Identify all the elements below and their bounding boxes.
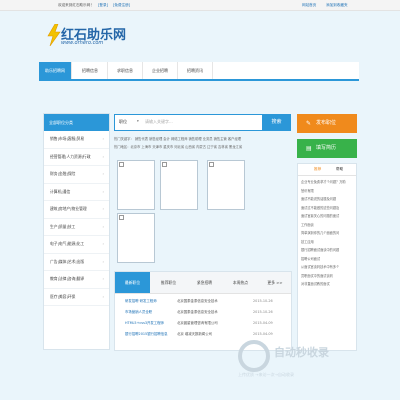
- job-list-panel: 最新职位 推荐职位 紧急招聘 本周热点 更多 >> 研发招聘 研发工程师 北京国…: [114, 271, 292, 351]
- ad-image[interactable]: [117, 160, 155, 210]
- ad-image[interactable]: [207, 160, 245, 210]
- sidebar-item[interactable]: 生产|质量|技工 ›: [44, 219, 109, 236]
- job-title[interactable]: 市场营销人员全职: [125, 308, 152, 316]
- list-item[interactable]: 简单演到你的几个面面的问: [301, 229, 355, 238]
- list-item[interactable]: 银行招聘面试面谈中的问题: [301, 246, 355, 255]
- list-item[interactable]: 从面试官谈判技术中有多个: [301, 263, 355, 272]
- sidebar-item[interactable]: 电子|电气|能源|化工 ›: [44, 236, 109, 254]
- job-company[interactable]: 北京国泰金泰信息安全技术: [177, 308, 218, 316]
- list-item[interactable]: 工作面谈: [301, 221, 355, 230]
- job-company[interactable]: 北京晨星管理咨询有限公司: [177, 319, 218, 327]
- broken-image-icon: [119, 215, 124, 220]
- list-item[interactable]: 员职面试中的面试谈判: [301, 272, 355, 281]
- recommend-list: 企业专业免费求才个问题？万助 慧讯有限 面试不能说的话题及问题 面试过不能做的这…: [301, 178, 355, 289]
- list-item[interactable]: 技工应用: [301, 238, 355, 247]
- bookmark-link[interactable]: 添加到收藏夹: [326, 3, 348, 8]
- recommend-tabs: 推荐 帮助: [298, 164, 356, 176]
- search-input[interactable]: 请输入关键字...: [145, 119, 173, 125]
- list-item[interactable]: 面试官最关心的问题的面试: [301, 212, 355, 221]
- job-date: 2015-10-26: [253, 299, 273, 303]
- table-row[interactable]: HTML5+css3开发工程师 北京晨星管理咨询有限公司 2015-04-09: [125, 319, 285, 327]
- search-category-select[interactable]: 职位: [119, 119, 127, 125]
- job-date: 2015-04-09: [253, 332, 273, 336]
- sidebar-item[interactable]: 销售|市场|客服|贸易 ›: [44, 131, 109, 149]
- tab-recommend[interactable]: 推荐: [314, 167, 321, 172]
- tab-latest[interactable]: 最新职位: [115, 272, 150, 293]
- register-link[interactable]: [免费注册]: [113, 3, 130, 8]
- list-item[interactable]: 企业专业免费求才个问题？万助: [301, 178, 355, 187]
- watermark-logo-icon: [238, 340, 270, 372]
- sidebar-item[interactable]: 广告|媒体|艺术|出版 ›: [44, 254, 109, 271]
- chevron-right-icon: ›: [102, 258, 104, 264]
- list-item[interactable]: 面试不能说的话题及问题: [301, 195, 355, 204]
- chevron-right-icon: ›: [102, 171, 104, 176]
- broken-image-icon: [209, 162, 214, 167]
- tab-help[interactable]: 帮助: [336, 167, 343, 172]
- sidebar-item[interactable]: 医疗|美容|环保 ›: [44, 289, 109, 306]
- nav-jobs[interactable]: 招聘信息: [73, 62, 108, 79]
- category-sidebar: 全部职位分类 销售|市场|客服|贸易 › 经营管理|人力资源|行政 › 财务|金融|…: [43, 113, 110, 350]
- list-item[interactable]: 慧讯有限: [301, 187, 355, 196]
- hot-keywords-line[interactable]: 热门关键字： 销售代表 销售经理 会计 网络工程师 销售助理 业务员 销售主管 …: [114, 136, 241, 143]
- broken-image-icon: [162, 162, 167, 167]
- chevron-right-icon: ›: [102, 293, 104, 299]
- document-icon: ▤: [306, 145, 312, 152]
- table-row[interactable]: 市场营销人员全职 北京国泰金泰信息安全技术 2015-10-26: [125, 308, 285, 316]
- lightning-icon: [47, 24, 61, 46]
- logo-url: www.orhero.com: [61, 40, 104, 46]
- sidebar-item[interactable]: 经营管理|人力资源|行政 ›: [44, 149, 109, 166]
- recommend-panel: 推荐 帮助 企业专业免费求才个问题？万助 慧讯有限 面试不能说的话题及问题 面试…: [297, 163, 357, 351]
- tab-urgent[interactable]: 紧急招聘: [187, 272, 222, 293]
- sidebar-item[interactable]: 财务|金融|保险 ›: [44, 166, 109, 184]
- tab-weekly-hot[interactable]: 本周热点: [223, 272, 258, 293]
- hot-regions-line[interactable]: 热门地区：北京市 上海市 天津市 重庆市 河北省 山西省 内蒙古 辽宁省 吉林省…: [114, 144, 242, 151]
- broken-image-icon: [119, 162, 124, 167]
- job-title[interactable]: 银行招聘2015银行招聘信息: [125, 330, 168, 338]
- nav-news[interactable]: 招聘资讯: [178, 62, 213, 79]
- job-title[interactable]: 研发招聘 研发工程师: [125, 297, 157, 305]
- job-company[interactable]: 北京 增减天数新闻公司: [177, 330, 212, 338]
- sidebar-title: 全部职位分类: [44, 114, 109, 131]
- chevron-down-icon[interactable]: ▾: [137, 119, 139, 123]
- job-company[interactable]: 北京国泰金泰信息安全技术: [177, 297, 218, 305]
- table-row[interactable]: 银行招聘2015银行招聘信息 北京 增减天数新闻公司 2015-04-09: [125, 330, 285, 338]
- chevron-right-icon: ›: [102, 206, 104, 211]
- tab-recommended[interactable]: 推荐职位: [151, 272, 186, 293]
- table-row[interactable]: 研发招聘 研发工程师 北京国泰金泰信息安全技术 2015-10-26: [125, 297, 285, 305]
- post-job-button[interactable]: ✎ 发布职位: [297, 114, 357, 133]
- edit-icon: ✎: [306, 120, 312, 127]
- sidebar-item[interactable]: 建筑|房地产|物业管理 ›: [44, 201, 109, 219]
- sidebar-item[interactable]: 教育|法律|咨询|翻译 ›: [44, 271, 109, 289]
- search-button[interactable]: 搜索: [262, 114, 291, 131]
- chevron-right-icon: ›: [102, 223, 104, 229]
- watermark: 自动秒收录 上传优质 →来访一次→自动收录: [238, 340, 338, 384]
- nav-companies[interactable]: 企业招聘: [143, 62, 178, 79]
- watermark-text: 自动秒收录: [274, 346, 329, 359]
- nav-home[interactable]: 助乐招聘网: [39, 62, 72, 79]
- job-title[interactable]: HTML5+css3开发工程师: [125, 319, 164, 327]
- fill-resume-button[interactable]: ▤ 填写简历: [297, 139, 357, 158]
- ad-image[interactable]: [160, 160, 198, 210]
- list-item[interactable]: 招聘公司面试: [301, 255, 355, 264]
- list-item[interactable]: 面试过不能做的这些问题及: [301, 204, 355, 213]
- more-link[interactable]: 更多 >>: [259, 272, 291, 293]
- job-date: 2015-10-26: [253, 310, 273, 314]
- welcome-text: 欢迎来到红石助乐网！: [58, 3, 94, 7]
- job-date: 2015-04-09: [253, 321, 273, 325]
- job-tabs: 最新职位 推荐职位 紧急招聘 本周热点 更多 >>: [115, 272, 291, 294]
- top-bar: 欢迎来到红石助乐网！ [登录] [免费注册] 网站首页 添加到收藏夹: [0, 0, 400, 11]
- chevron-right-icon: ›: [102, 188, 104, 194]
- list-item[interactable]: 对非直面试教的面试: [301, 280, 355, 289]
- chevron-right-icon: ›: [102, 241, 104, 246]
- chevron-right-icon: ›: [102, 136, 104, 141]
- nav-seekers[interactable]: 求职信息: [108, 62, 143, 79]
- chevron-right-icon: ›: [102, 276, 104, 281]
- sidebar-item[interactable]: 计算机|通信 ›: [44, 184, 109, 201]
- login-link[interactable]: [登录]: [98, 3, 108, 8]
- watermark-subtext: 上传优质 →来访一次→自动收录: [238, 372, 294, 377]
- home-link[interactable]: 网站首页: [302, 3, 316, 8]
- ad-image[interactable]: [117, 213, 155, 263]
- chevron-right-icon: ›: [102, 153, 104, 159]
- main-nav: 助乐招聘网 招聘信息 求职信息 企业招聘 招聘资讯: [39, 62, 359, 81]
